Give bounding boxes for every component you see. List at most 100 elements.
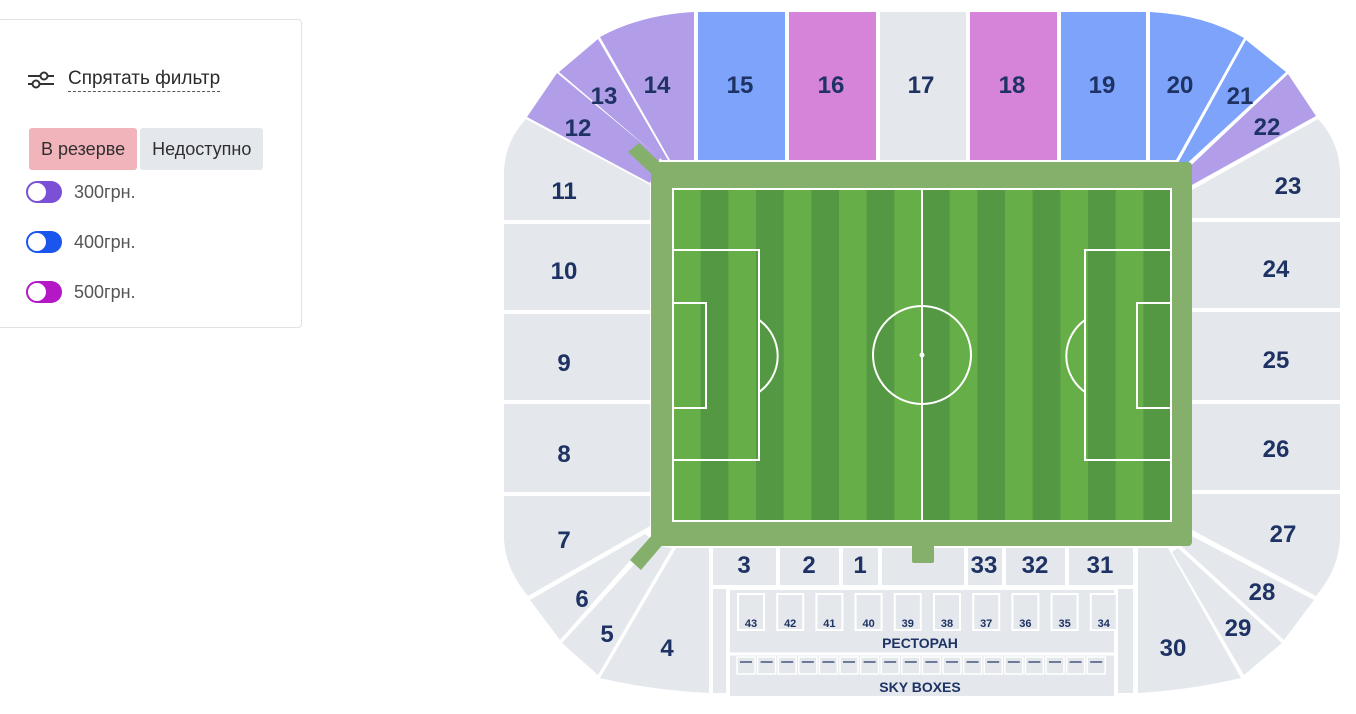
section-16[interactable]: 16 xyxy=(789,12,876,160)
section-17[interactable]: 17 xyxy=(880,12,966,160)
grass-stripe xyxy=(949,189,978,521)
svg-text:9: 9 xyxy=(557,350,570,377)
restaurant-box-label: 37 xyxy=(980,618,992,630)
svg-text:6: 6 xyxy=(575,586,588,613)
grass-stripe xyxy=(1005,189,1034,521)
grass-stripe xyxy=(922,189,951,521)
svg-text:24: 24 xyxy=(1263,256,1290,283)
svg-text:18: 18 xyxy=(999,72,1026,99)
skybox-cell[interactable] xyxy=(859,656,880,675)
restaurant-box-41[interactable]: 41 xyxy=(815,593,844,631)
restaurant-box-label: 36 xyxy=(1019,618,1031,630)
restaurant-box-40[interactable]: 40 xyxy=(854,593,883,631)
restaurant-box-38[interactable]: 38 xyxy=(933,593,961,631)
grass-stripe xyxy=(977,189,1006,521)
section-3[interactable]: 3 xyxy=(713,548,776,585)
svg-text:31: 31 xyxy=(1087,552,1114,579)
restaurant-box-label: 42 xyxy=(784,618,796,630)
svg-text:30: 30 xyxy=(1160,635,1187,662)
section-31[interactable]: 31 xyxy=(1069,548,1133,585)
restaurant-box-label: 40 xyxy=(862,618,874,630)
section-15[interactable]: 15 xyxy=(698,12,785,160)
restaurant-box-43[interactable]: 43 xyxy=(737,593,765,631)
skybox-cell[interactable] xyxy=(983,656,1003,675)
skybox-cell[interactable] xyxy=(1004,656,1024,675)
section-25[interactable]: 25 xyxy=(1192,312,1340,400)
skybox-cell[interactable] xyxy=(777,656,797,675)
svg-text:22: 22 xyxy=(1254,114,1281,141)
svg-text:16: 16 xyxy=(818,72,845,99)
restaurant-box-37[interactable]: 37 xyxy=(972,593,1001,631)
grass-stripe xyxy=(1032,189,1061,521)
svg-text:23: 23 xyxy=(1275,173,1302,200)
svg-text:12: 12 xyxy=(565,115,592,142)
skybox-cell[interactable] xyxy=(1045,656,1065,675)
stadium-map: 12 13 14 15 16 17 18 19 20 21 22 11 10 9… xyxy=(504,12,1340,696)
grass-stripe xyxy=(811,189,840,521)
grass-stripe xyxy=(728,189,757,521)
svg-text:5: 5 xyxy=(600,621,613,648)
restaurant-box-label: 41 xyxy=(823,618,835,630)
restaurant-box-35[interactable]: 35 xyxy=(1050,593,1079,631)
svg-text:29: 29 xyxy=(1225,615,1252,642)
restaurant-box-label: 39 xyxy=(902,618,914,630)
section-10[interactable]: 10 xyxy=(504,224,650,310)
svg-text:32: 32 xyxy=(1022,552,1049,579)
restaurant-box-39[interactable]: 39 xyxy=(893,593,922,631)
svg-text:17: 17 xyxy=(908,72,935,99)
svg-text:7: 7 xyxy=(557,527,570,554)
restaurant-box-34[interactable]: 34 xyxy=(1089,593,1118,631)
skybox-cell[interactable] xyxy=(901,656,921,675)
skybox-cell[interactable] xyxy=(942,656,962,675)
skybox-label: SKY BOXES xyxy=(879,679,960,695)
skybox-cell[interactable] xyxy=(962,656,983,675)
svg-text:25: 25 xyxy=(1263,347,1290,374)
section-33[interactable]: 33 xyxy=(968,548,1002,585)
svg-text:2: 2 xyxy=(802,552,815,579)
restaurant-box-42[interactable]: 42 xyxy=(776,593,805,631)
svg-text:20: 20 xyxy=(1167,72,1194,99)
svg-text:15: 15 xyxy=(727,72,754,99)
grass-stripe xyxy=(783,189,812,521)
grass-stripe xyxy=(700,189,729,521)
svg-text:8: 8 xyxy=(557,441,570,468)
svg-text:13: 13 xyxy=(591,83,618,110)
skybox-cell[interactable] xyxy=(1086,656,1106,675)
svg-text:19: 19 xyxy=(1089,72,1116,99)
restaurant-box-36[interactable]: 36 xyxy=(1011,593,1040,631)
skybox-cell[interactable] xyxy=(798,656,818,675)
grass-stripe xyxy=(894,189,923,521)
svg-text:1: 1 xyxy=(853,552,866,579)
section-1[interactable]: 1 xyxy=(843,548,878,585)
skybox-cell[interactable] xyxy=(1065,656,1086,675)
grass-stripe xyxy=(839,189,868,521)
restaurant-box-label: 35 xyxy=(1058,618,1070,630)
skybox-cell[interactable] xyxy=(736,656,756,675)
section-8[interactable]: 8 xyxy=(504,404,650,492)
skybox-cell[interactable] xyxy=(756,656,777,675)
svg-text:28: 28 xyxy=(1249,579,1276,606)
restaurant-label: РЕСТОРАН xyxy=(882,635,958,651)
svg-text:27: 27 xyxy=(1270,521,1297,548)
section-9[interactable]: 9 xyxy=(504,314,650,400)
football-pitch xyxy=(651,162,1192,546)
section-24[interactable]: 24 xyxy=(1192,222,1340,308)
svg-text:26: 26 xyxy=(1263,436,1290,463)
skybox-cell[interactable] xyxy=(818,656,839,675)
svg-text:33: 33 xyxy=(971,552,998,579)
svg-text:10: 10 xyxy=(551,258,578,285)
section-32[interactable]: 32 xyxy=(1006,548,1065,585)
grass-stripe xyxy=(1115,189,1144,521)
restaurant-box-label: 34 xyxy=(1098,618,1111,630)
grass-stripe xyxy=(1143,189,1172,521)
svg-text:4: 4 xyxy=(660,635,674,662)
section-26[interactable]: 26 xyxy=(1192,404,1340,490)
skybox-cell[interactable] xyxy=(1024,656,1045,675)
skybox-cell[interactable] xyxy=(921,656,942,675)
skybox-cell[interactable] xyxy=(839,656,859,675)
section-2[interactable]: 2 xyxy=(780,548,839,585)
restaurant-box-label: 43 xyxy=(745,618,757,630)
skybox-cell[interactable] xyxy=(880,656,900,675)
section-19[interactable]: 19 xyxy=(1061,12,1146,160)
section-18[interactable]: 18 xyxy=(970,12,1057,160)
